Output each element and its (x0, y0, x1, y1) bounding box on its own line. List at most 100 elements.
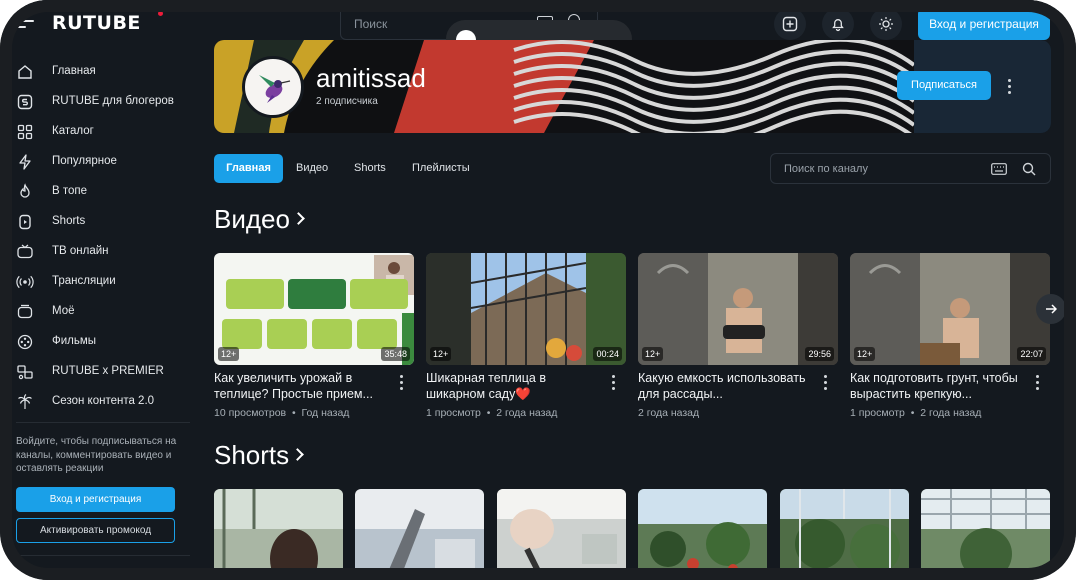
sidebar-item-catalog[interactable]: Каталог (12, 117, 193, 147)
short-card[interactable] (497, 489, 626, 568)
sidebar-item-tv[interactable]: ТВ онлайн (12, 237, 193, 267)
channel-more-icon[interactable] (1008, 79, 1012, 97)
sidebar-item-label: Сезон контента 2.0 (52, 395, 155, 407)
upload-date: 2 года назад (638, 407, 700, 419)
search-icon[interactable] (1022, 162, 1036, 176)
age-rating-badge: 12+ (218, 347, 240, 361)
film-icon (17, 334, 33, 350)
sidebar-item-label: Главная (52, 65, 96, 77)
channel-search-input[interactable]: Поиск по каналу (770, 153, 1051, 184)
sidebar-item-broadcasts[interactable]: Трансляции (12, 267, 193, 297)
screen: RUTUBE Поиск Вход и регистрация Главная … (12, 0, 1064, 568)
age-rating-badge: 12+ (430, 347, 452, 361)
view-count: 1 просмотр (850, 407, 905, 419)
hummingbird-icon (259, 75, 291, 103)
shorts-icon (19, 214, 31, 230)
duration-badge: 00:24 (593, 347, 622, 361)
duration-badge: 29:56 (805, 347, 834, 361)
sidebar-item-top[interactable]: В топе (12, 177, 193, 207)
promo-code-button[interactable]: Активировать промокод (16, 518, 175, 543)
short-card[interactable] (921, 489, 1050, 568)
video-title[interactable]: Шикарная теплица в шикарном саду❤️ (426, 370, 601, 402)
carousel-next-button[interactable] (1036, 294, 1064, 324)
video-thumbnail[interactable]: 12+ 00:24 (426, 253, 626, 365)
short-card[interactable] (355, 489, 484, 568)
tab-playlists[interactable]: Плейлисты (412, 154, 470, 183)
sun-icon (879, 17, 893, 31)
video-more-icon[interactable] (824, 375, 828, 393)
video-thumbnail[interactable]: 12+ 35:48 (214, 253, 414, 365)
my-icon (17, 304, 33, 319)
video-meta: 1 просмотр • 2 года назад (850, 407, 982, 419)
short-thumbnail (638, 489, 767, 568)
videos-section-title[interactable]: Видео (214, 204, 305, 235)
videos-section-label: Видео (214, 204, 290, 234)
age-rating-badge: 12+ (854, 347, 876, 361)
keyboard-icon[interactable] (991, 163, 1007, 175)
upload-date: Год назад (301, 407, 350, 419)
sidebar-item-films[interactable]: Фильмы (12, 327, 193, 357)
palm-icon (18, 394, 32, 409)
search-placeholder: Поиск (354, 17, 388, 31)
sidebar-divider-bottom (16, 555, 190, 556)
video-title[interactable]: Как подготовить грунт, чтобы вырастить к… (850, 370, 1025, 402)
view-count: 1 просмотр (426, 407, 481, 419)
channel-search-placeholder: Поиск по каналу (784, 163, 868, 175)
lightning-icon (19, 154, 31, 170)
sidebar-item-label: Моё (52, 305, 75, 317)
sidebar-item-bloggers[interactable]: RUTUBE для блогеров (12, 87, 193, 117)
device-frame: RUTUBE Поиск Вход и регистрация Главная … (0, 0, 1076, 580)
shorts-section-title[interactable]: Shorts (214, 440, 305, 471)
tab-videos[interactable]: Видео (296, 154, 328, 183)
sidebar-item-premier[interactable]: RUTUBE x PREMIER (12, 357, 193, 387)
duration-badge: 35:48 (381, 347, 410, 361)
subscriber-count: 2 подписчика (316, 96, 378, 107)
channel-avatar[interactable] (242, 56, 304, 118)
video-title[interactable]: Как увеличить урожай в теплице? Простые … (214, 370, 389, 402)
short-card[interactable] (780, 489, 909, 568)
shorts-section-label: Shorts (214, 440, 290, 470)
short-card[interactable] (638, 489, 767, 568)
video-thumbnail[interactable]: 12+ 29:56 (638, 253, 838, 365)
menu-icon[interactable] (16, 14, 34, 30)
sidebar-item-shorts[interactable]: Shorts (12, 207, 193, 237)
login-button[interactable]: Вход и регистрация (918, 8, 1050, 40)
short-thumbnail (214, 489, 343, 568)
video-meta: 1 просмотр • 2 года назад (426, 407, 558, 419)
sidebar-item-season[interactable]: Сезон контента 2.0 (12, 387, 193, 417)
short-card[interactable] (214, 489, 343, 568)
video-more-icon[interactable] (612, 375, 616, 393)
chevron-right-icon (292, 211, 305, 225)
video-more-icon[interactable] (1036, 375, 1040, 393)
sidebar-item-label: RUTUBE для блогеров (52, 95, 174, 107)
logo[interactable]: RUTUBE (52, 12, 141, 34)
sidebar-item-label: Фильмы (52, 335, 97, 347)
sidebar-item-home[interactable]: Главная (12, 57, 193, 87)
channel-name: amitissad (316, 63, 426, 93)
tab-main[interactable]: Главная (214, 154, 283, 183)
notifications-button[interactable] (822, 8, 854, 40)
sidebar-item-popular[interactable]: Популярное (12, 147, 193, 177)
sidebar-login-prompt: Войдите, чтобы подписываться на каналы, … (16, 436, 177, 474)
subscribe-button[interactable]: Подписаться (897, 71, 991, 100)
tab-shorts[interactable]: Shorts (354, 154, 386, 183)
upload-icon (782, 16, 798, 32)
video-meta: 2 года назад (638, 407, 838, 419)
video-meta: 10 просмотров • Год назад (214, 407, 350, 419)
sidebar-item-label: Популярное (52, 155, 117, 167)
upload-button[interactable] (774, 8, 806, 40)
short-thumbnail (921, 489, 1050, 568)
sidebar-item-my[interactable]: Моё (12, 297, 193, 327)
theme-toggle-button[interactable] (870, 8, 902, 40)
video-title[interactable]: Какую емкость использовать для рассады..… (638, 370, 813, 402)
studio-icon (17, 94, 33, 110)
video-more-icon[interactable] (400, 375, 404, 393)
sidebar-item-label: Каталог (52, 125, 94, 137)
sidebar-login-button[interactable]: Вход и регистрация (16, 487, 175, 512)
catalog-icon (17, 124, 33, 140)
sidebar-item-label: В топе (52, 185, 88, 197)
video-thumbnail[interactable]: 12+ 22:07 (850, 253, 1050, 365)
sidebar: Главная RUTUBE для блогеров Каталог Попу… (12, 48, 193, 568)
premier-icon (17, 365, 33, 380)
bell-icon (832, 19, 844, 32)
